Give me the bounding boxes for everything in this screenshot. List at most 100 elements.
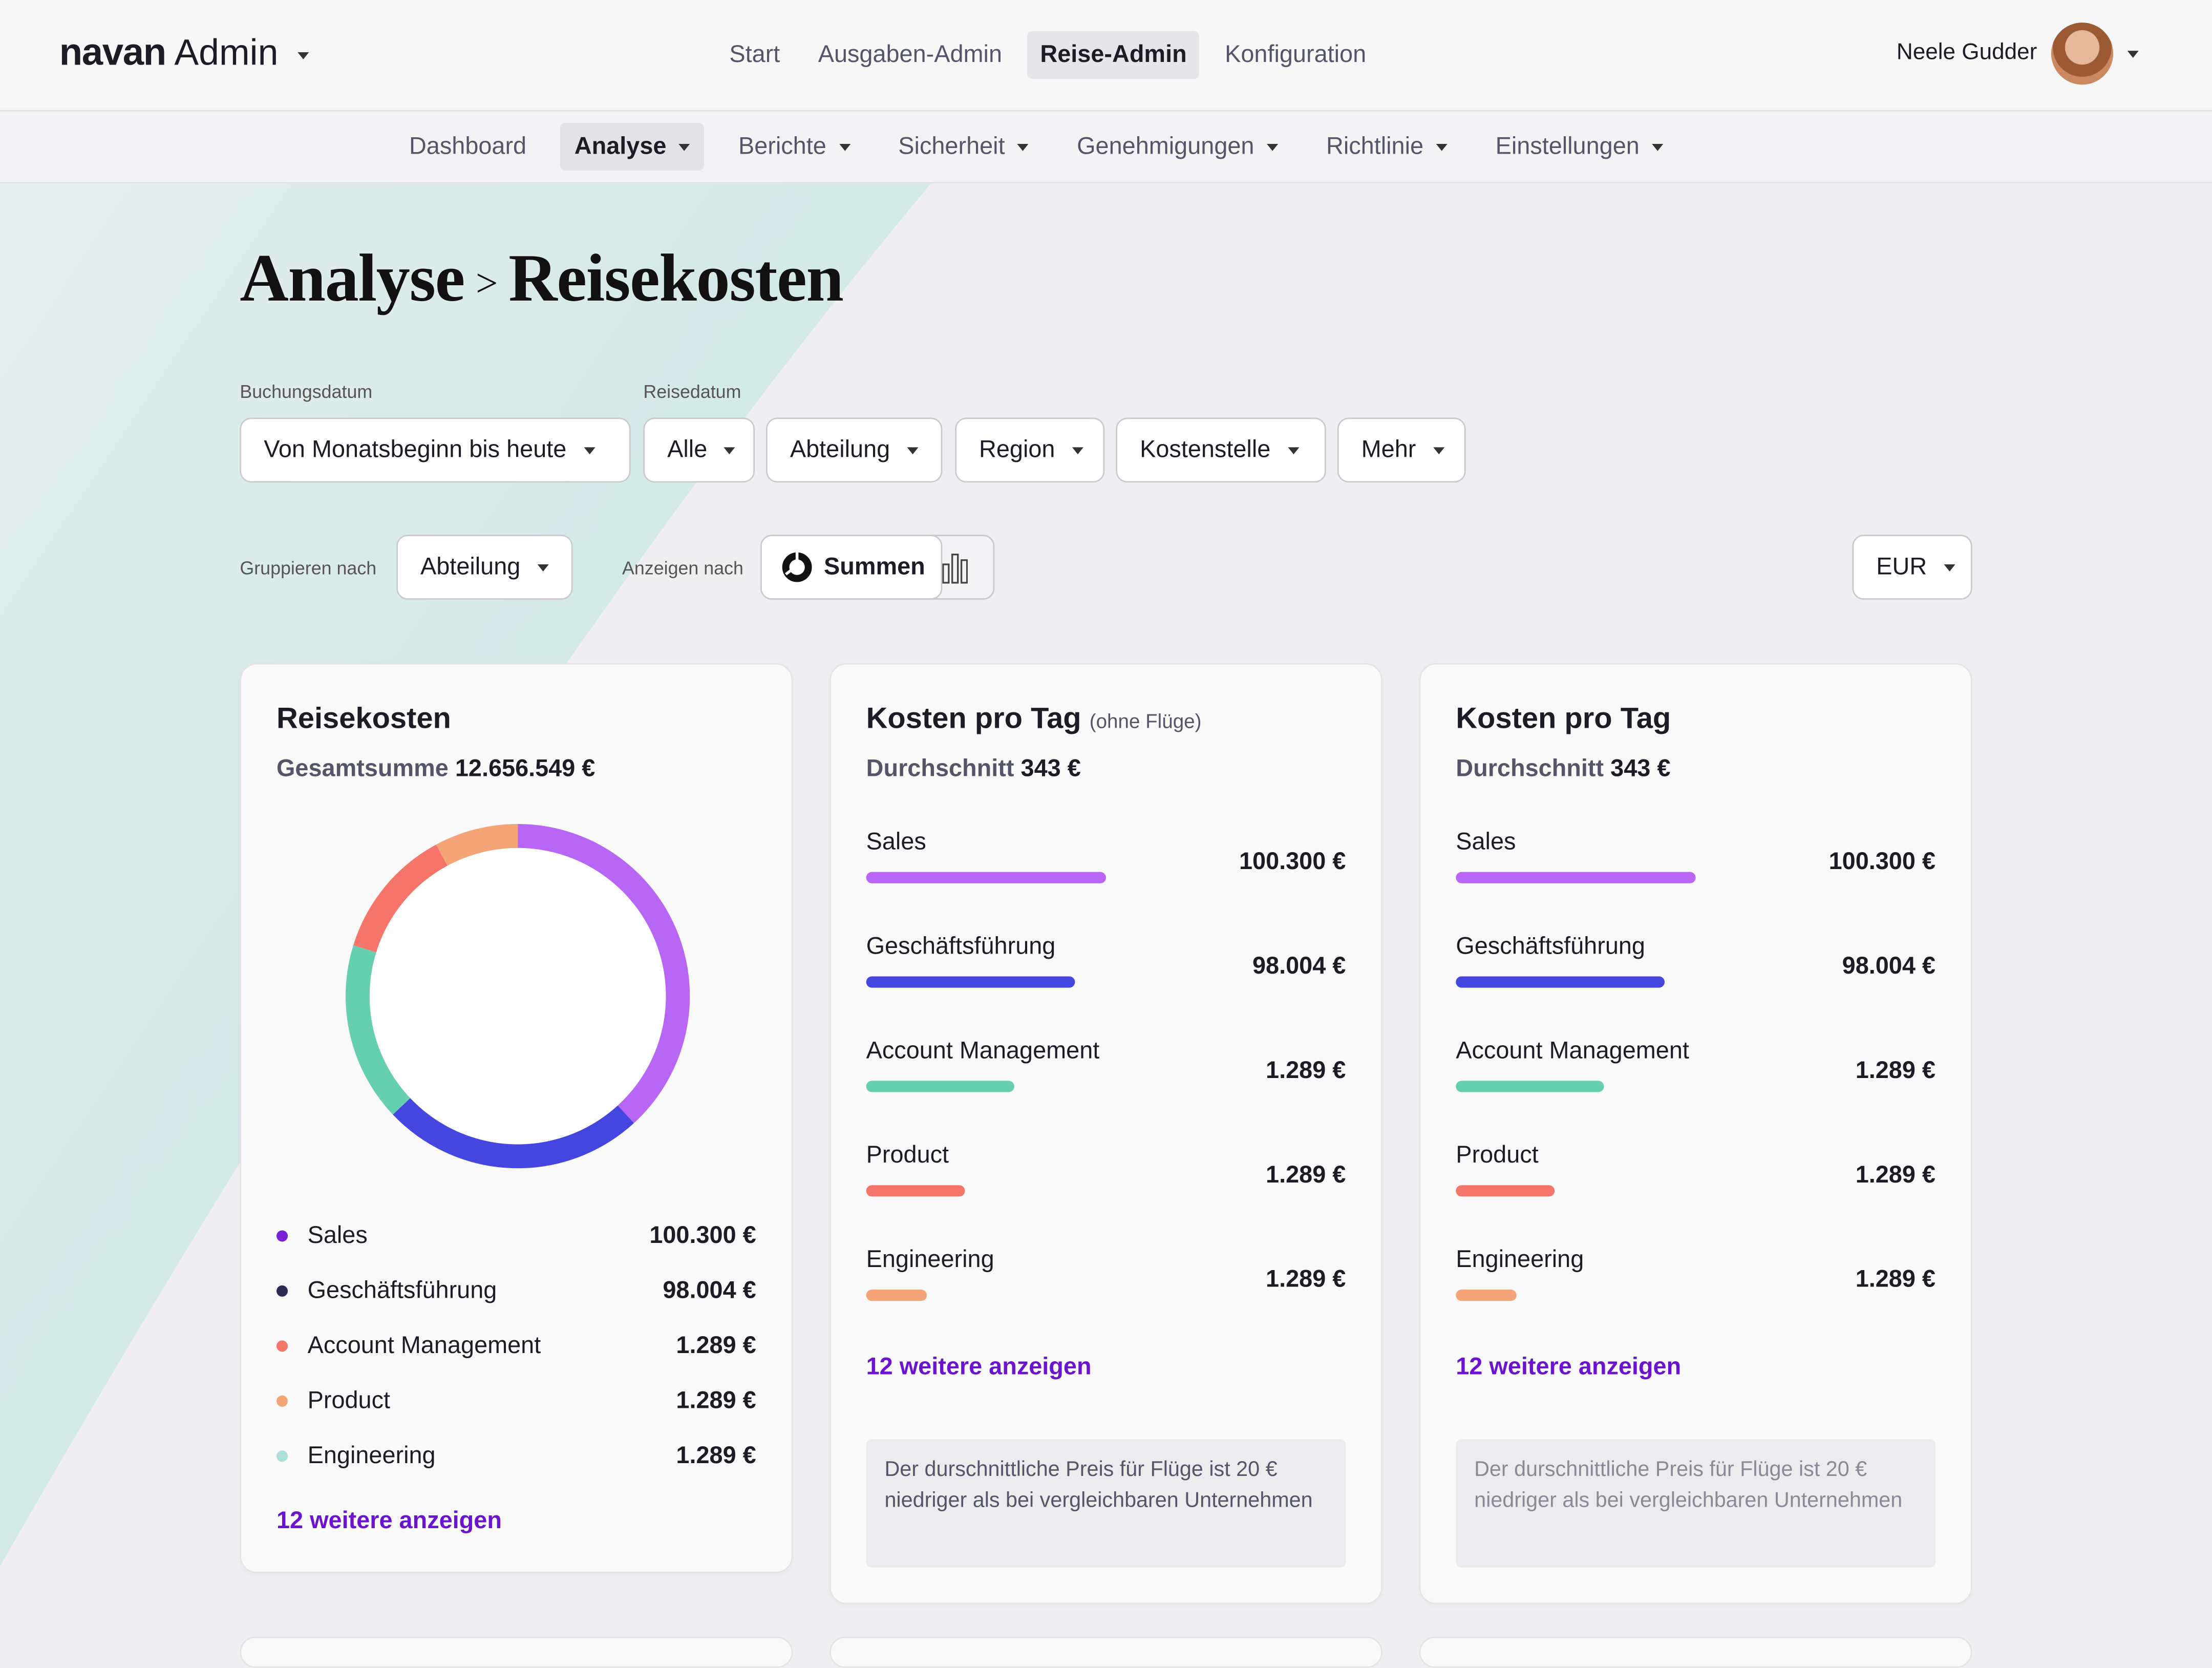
chevron-down-icon	[1287, 446, 1299, 454]
sub-nav-settings[interactable]: Einstellungen	[1481, 123, 1677, 171]
legend-label: Sales	[307, 1221, 368, 1248]
sub-nav-policy[interactable]: Richtlinie	[1312, 123, 1461, 171]
chevron-down-icon	[724, 446, 736, 454]
legend-dot	[276, 1339, 288, 1352]
sub-nav-label: Berichte	[738, 132, 826, 160]
region-filter[interactable]: Region	[955, 417, 1105, 483]
bar-row: Geschäftsführung 98.004 €	[1456, 933, 1936, 1037]
travel-date-dropdown[interactable]: Alle	[643, 417, 755, 483]
user-name: Neele Gudder	[1896, 40, 2037, 65]
bar-fill	[866, 1290, 926, 1301]
sub-nav-dashboard[interactable]: Dashboard	[395, 123, 540, 171]
bar-label: Sales	[866, 828, 926, 855]
bar-row: Engineering 1.289 €	[1456, 1246, 1936, 1350]
more-filters[interactable]: Mehr	[1337, 417, 1466, 483]
page-title-text: Reisekosten	[508, 241, 844, 316]
chevron-down-icon	[907, 446, 919, 454]
top-nav-travel-admin[interactable]: Reise-Admin	[1027, 31, 1200, 79]
sub-nav-approvals[interactable]: Genehmigungen	[1063, 123, 1292, 171]
bar-row: Geschäftsführung 98.004 €	[866, 933, 1346, 1037]
chevron-down-icon	[1436, 143, 1448, 151]
card-average: Durchschnitt 343 €	[1456, 755, 1670, 783]
booking-date-label: Buchungsdatum	[240, 381, 373, 403]
bar-row: Sales 100.300 €	[866, 828, 1346, 933]
card-title: Kosten pro Tag (ohne Flüge)	[866, 703, 1202, 736]
bar-label: Geschäftsführung	[1456, 933, 1646, 960]
top-nav-start[interactable]: Start	[717, 31, 793, 79]
card-title-note: (ohne Flüge)	[1089, 709, 1202, 732]
show-more-link[interactable]: 12 weitere anzeigen	[276, 1507, 502, 1535]
bar-label: Product	[1456, 1141, 1539, 1169]
total-label: Gesamtsumme	[276, 754, 449, 782]
bar-label: Engineering	[866, 1245, 994, 1273]
legend-value: 1.289 €	[676, 1441, 756, 1468]
user-menu[interactable]: Neele Gudder	[1897, 23, 2139, 85]
cost-center-filter-label: Kostenstelle	[1140, 436, 1271, 463]
department-filter[interactable]: Abteilung	[766, 417, 943, 483]
booking-date-dropdown[interactable]: Von Monatsbeginn bis heute	[240, 417, 631, 483]
bar-chart-icon[interactable]	[942, 553, 968, 584]
bar-label: Account Management	[866, 1037, 1100, 1064]
bar-fill	[866, 1185, 965, 1197]
sub-nav-reports[interactable]: Berichte	[724, 123, 864, 171]
donut-hole	[369, 848, 666, 1145]
donut-chart-icon	[782, 552, 812, 582]
bar-value: 100.300 €	[1828, 848, 1936, 875]
top-nav-configuration[interactable]: Konfiguration	[1212, 31, 1379, 79]
sub-nav-label: Analyse	[574, 132, 667, 160]
bar-label: Geschäftsführung	[866, 933, 1056, 960]
sub-nav: Dashboard Analyse Berichte Sicherheit Ge…	[395, 122, 1677, 171]
info-note: Der durschnittliche Preis für Flüge ist …	[1456, 1439, 1936, 1568]
info-note: Der durschnittliche Preis für Flüge ist …	[866, 1439, 1346, 1568]
bar-fill	[1456, 1185, 1555, 1197]
bar-value: 1.289 €	[1266, 1057, 1346, 1084]
cost-center-filter[interactable]: Kostenstelle	[1116, 417, 1326, 483]
show-more-link[interactable]: 12 weitere anzeigen	[866, 1353, 1092, 1381]
totals-label: Summen	[823, 553, 925, 580]
legend-item: Product 1.289 €	[276, 1373, 756, 1428]
sub-nav-security[interactable]: Sicherheit	[884, 123, 1043, 171]
legend-item: Account Management 1.289 €	[276, 1318, 756, 1373]
travel-costs-card: Reisekosten Gesamtsumme 12.656.549 € Sal…	[240, 663, 793, 1573]
card-total: Gesamtsumme 12.656.549 €	[276, 755, 595, 783]
cost-per-day-excl-flights-card: Kosten pro Tag (ohne Flüge) Durchschnitt…	[829, 663, 1382, 1604]
legend-dot	[276, 1449, 288, 1461]
legend-value: 1.289 €	[676, 1386, 756, 1413]
bar-value: 1.289 €	[1855, 1161, 1936, 1188]
bar-value: 98.004 €	[1252, 952, 1346, 980]
breadcrumb-section[interactable]: Analyse	[240, 241, 465, 316]
chevron-down-icon	[537, 563, 549, 571]
sub-nav-label: Genehmigungen	[1077, 132, 1254, 160]
legend-item: Geschäftsführung 98.004 €	[276, 1263, 756, 1318]
average-value: 343 €	[1610, 754, 1671, 782]
group-by-dropdown[interactable]: Abteilung	[396, 535, 573, 600]
legend-value: 98.004 €	[663, 1276, 756, 1303]
legend-label: Engineering	[307, 1441, 436, 1468]
legend-dot	[276, 1230, 288, 1241]
chevron-down-icon	[1433, 446, 1444, 454]
chevron-down-icon	[2127, 50, 2139, 57]
show-more-link[interactable]: 12 weitere anzeigen	[1456, 1353, 1681, 1381]
legend-dot	[276, 1284, 288, 1296]
card-title: Kosten pro Tag	[1456, 703, 1671, 735]
chevron-down-icon	[1652, 143, 1664, 151]
currency-dropdown[interactable]: EUR	[1852, 535, 1972, 600]
bar-label: Product	[866, 1141, 949, 1169]
chevron-down-icon	[1944, 563, 1955, 571]
sub-nav-label: Dashboard	[409, 132, 527, 160]
bar-fill	[1456, 976, 1665, 988]
app-switcher[interactable]: navan Admin	[59, 31, 310, 75]
department-filter-label: Abteilung	[790, 436, 890, 463]
totals-toggle-button[interactable]: Summen	[760, 535, 943, 600]
top-nav-expense-admin[interactable]: Ausgaben-Admin	[805, 31, 1015, 79]
bar-row: Account Management 1.289 €	[1456, 1037, 1936, 1142]
sub-nav-analysis[interactable]: Analyse	[560, 122, 705, 171]
chevron-down-icon	[583, 446, 595, 454]
currency-value: EUR	[1876, 553, 1927, 580]
chevron-down-icon	[679, 143, 691, 151]
total-value: 12.656.549 €	[455, 754, 595, 782]
navan-logo: navan	[59, 31, 167, 74]
chevron-down-icon	[1072, 446, 1083, 454]
sub-nav-bar: Dashboard Analyse Berichte Sicherheit Ge…	[0, 111, 2212, 184]
bar-fill	[866, 1081, 1015, 1092]
